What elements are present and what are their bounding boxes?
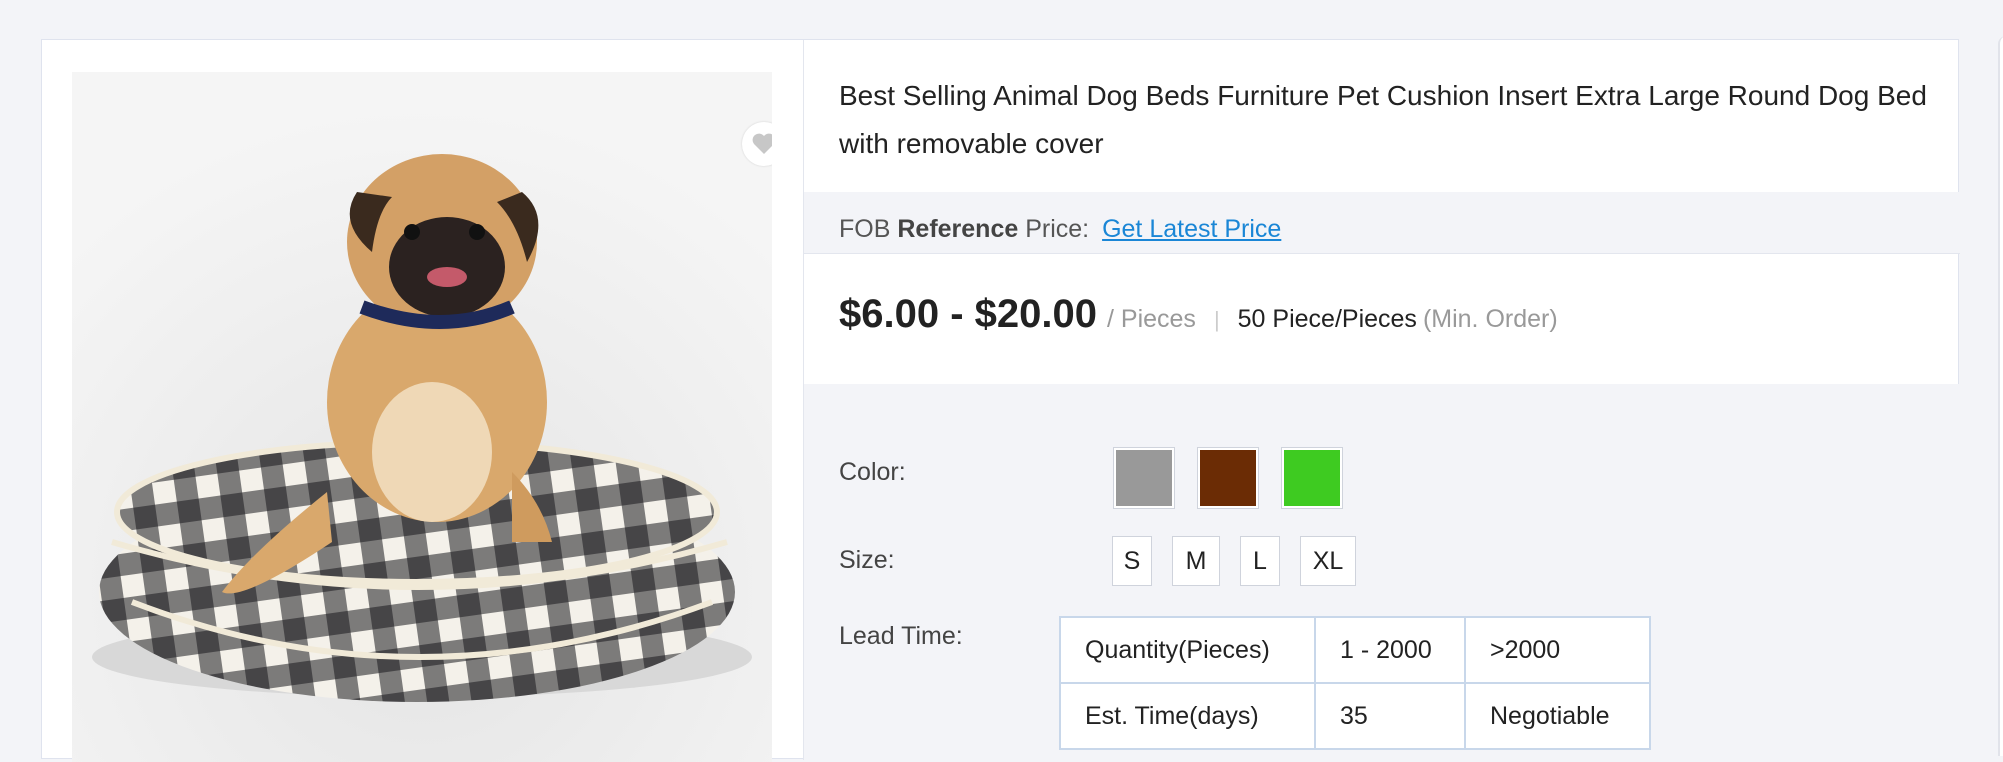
size-option-xl[interactable]: XL	[1300, 536, 1356, 586]
fob-reference-price: FOB Reference Price: Get Latest Price	[804, 192, 1960, 254]
fob-price-word: Price:	[1025, 215, 1090, 243]
size-option-s[interactable]: S	[1112, 536, 1152, 586]
lead-time-table: Quantity(Pieces) 1 - 2000 >2000 Est. Tim…	[1059, 616, 1651, 750]
product-gallery	[42, 40, 804, 762]
heart-icon	[751, 132, 772, 156]
color-swatch-gray[interactable]	[1113, 447, 1175, 509]
fob-prefix: FOB	[839, 215, 891, 243]
table-row: Quantity(Pieces) 1 - 2000 >2000	[1059, 616, 1651, 684]
table-cell: 1 - 2000	[1314, 616, 1466, 684]
price-row: $6.00 - $20.00 / Pieces | 50 Piece/Piece…	[839, 292, 1558, 352]
fob-reference: Reference	[897, 215, 1019, 243]
pug-dog-bed-illustration	[72, 72, 772, 762]
price-separator: |	[1213, 307, 1220, 332]
price-unit: / Pieces	[1107, 305, 1196, 333]
size-label: Size:	[839, 546, 895, 574]
table-cell: Est. Time(days)	[1059, 682, 1316, 750]
get-latest-price-link[interactable]: Get Latest Price	[1102, 215, 1281, 243]
adjacent-panel-edge	[1998, 36, 2003, 756]
color-swatch-green[interactable]	[1281, 447, 1343, 509]
product-details: Best Selling Animal Dog Beds Furniture P…	[804, 40, 1960, 760]
table-cell: Negotiable	[1464, 682, 1651, 750]
table-cell: 35	[1314, 682, 1466, 750]
lead-time-label: Lead Time:	[839, 622, 963, 650]
product-image[interactable]	[72, 72, 772, 762]
product-attributes: Color: Size: S M L XL Lead Time: Quantit…	[804, 384, 1960, 760]
table-cell: >2000	[1464, 616, 1651, 684]
table-row: Est. Time(days) 35 Negotiable	[1059, 682, 1651, 750]
min-order-quantity: 50 Piece/Pieces	[1237, 305, 1417, 333]
price-range: $6.00 - $20.00	[839, 292, 1097, 336]
product-card: Best Selling Animal Dog Beds Furniture P…	[41, 39, 1960, 762]
size-option-m[interactable]: M	[1172, 536, 1220, 586]
product-title: Best Selling Animal Dog Beds Furniture P…	[839, 80, 1927, 159]
color-swatch-brown[interactable]	[1197, 447, 1259, 509]
table-cell: Quantity(Pieces)	[1059, 616, 1316, 684]
size-option-l[interactable]: L	[1240, 536, 1280, 586]
min-order-note: (Min. Order)	[1422, 305, 1558, 333]
color-label: Color:	[839, 458, 906, 486]
